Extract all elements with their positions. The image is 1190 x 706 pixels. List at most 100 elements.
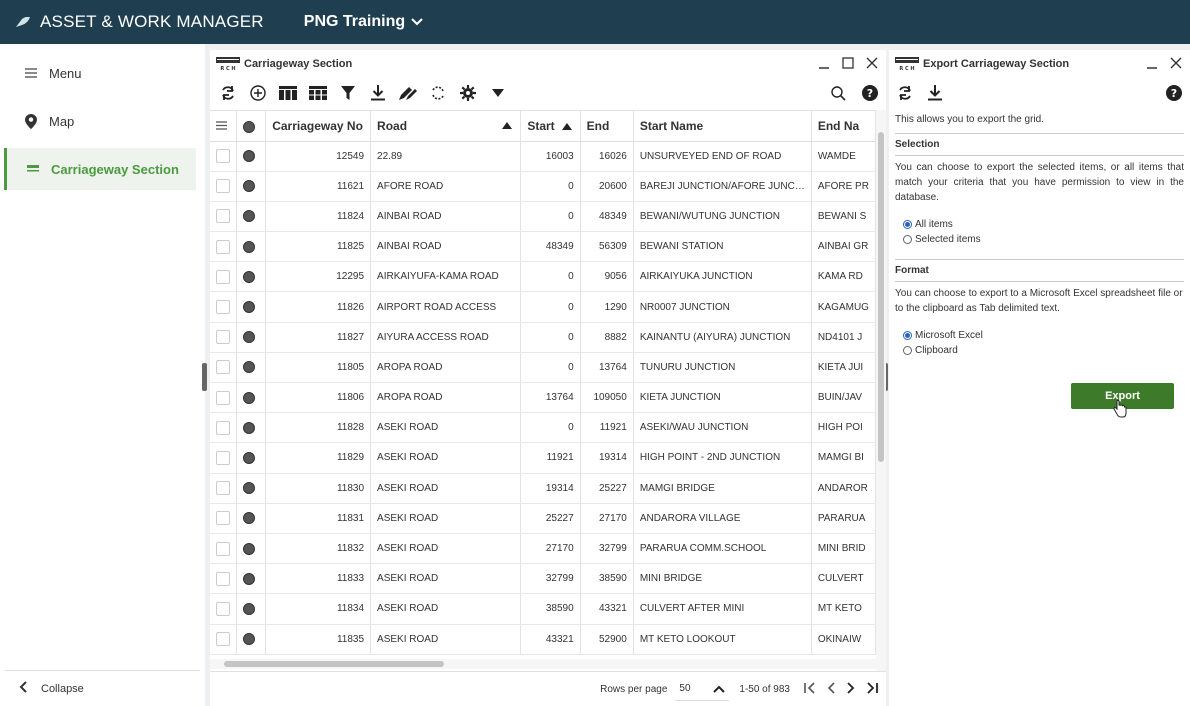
maximize-icon[interactable] — [840, 55, 856, 71]
settings-icon[interactable] — [458, 83, 478, 103]
table-row[interactable]: 11828 ASEKI ROAD 0 11921 ASEKI/WAU JUNCTION H… — [210, 412, 876, 444]
table-cell[interactable] — [210, 473, 238, 504]
table-row[interactable]: 11806 AROPA ROAD 13764 109050 KIETA JUNCTION… — [210, 382, 876, 414]
table-cell[interactable] — [236, 382, 267, 414]
filter-icon[interactable] — [338, 83, 358, 103]
table-cell[interactable] — [236, 261, 267, 293]
table-cell[interactable] — [236, 442, 267, 474]
download-icon[interactable] — [368, 83, 388, 103]
scroll-thumb[interactable] — [878, 132, 884, 462]
close-icon[interactable] — [864, 55, 880, 71]
table-row[interactable]: 12549 22.89 16003 16026 UNSURVEYED END OF RO… — [210, 141, 876, 172]
row-checkbox[interactable] — [216, 300, 230, 315]
table-cell[interactable] — [210, 503, 238, 534]
column-header-end-name[interactable]: End Na — [811, 111, 876, 142]
row-checkbox[interactable] — [216, 179, 230, 194]
row-checkbox[interactable] — [216, 269, 230, 284]
panel-splitter-left[interactable] — [202, 363, 207, 391]
table-row[interactable]: 11834 ASEKI ROAD 38590 43321 CULVERT AFTER M… — [210, 593, 876, 625]
table-cell[interactable] — [210, 382, 238, 414]
last-page-icon[interactable] — [866, 681, 878, 697]
help-icon[interactable]: ? — [860, 83, 880, 103]
table-cell[interactable] — [210, 442, 238, 474]
radio-microsoft-excel[interactable]: Microsoft Excel — [903, 328, 1184, 343]
download-icon[interactable] — [925, 83, 945, 103]
row-checkbox[interactable] — [216, 632, 230, 647]
row-checkbox[interactable] — [216, 330, 230, 345]
table-row[interactable]: 11830 ASEKI ROAD 19314 25227 MAMGI BRIDGE AND… — [210, 473, 876, 504]
minimize-icon[interactable] — [1144, 55, 1160, 71]
tenant-selector[interactable]: PNG Training — [304, 13, 423, 31]
table-cell[interactable] — [210, 322, 238, 353]
table-cell[interactable] — [236, 291, 267, 323]
row-checkbox[interactable] — [216, 481, 230, 496]
column-header-road[interactable]: Road — [370, 111, 522, 142]
table-cell[interactable] — [236, 624, 267, 655]
table-row[interactable]: 11835 ASEKI ROAD 43321 52900 MT KETO LOOKOUT… — [210, 624, 876, 655]
table-row[interactable]: 11825 AINBAI ROAD 48349 56309 BEWANI STATION… — [210, 231, 876, 263]
row-checkbox[interactable] — [216, 390, 230, 405]
columns-icon[interactable] — [278, 83, 298, 103]
table-cell[interactable] — [210, 201, 238, 233]
row-checkbox[interactable] — [216, 601, 230, 616]
table-cell[interactable] — [210, 624, 238, 655]
table-cell[interactable] — [210, 412, 238, 444]
dropdown-caret-icon[interactable] — [488, 83, 508, 103]
radio-clipboard[interactable]: Clipboard — [903, 343, 1184, 358]
collapse-button[interactable]: Collapse — [5, 670, 200, 706]
refresh-icon[interactable] — [895, 83, 915, 103]
first-page-icon[interactable] — [804, 681, 816, 697]
refresh-icon[interactable] — [218, 83, 238, 103]
table-cell[interactable] — [236, 412, 267, 444]
row-checkbox[interactable] — [216, 239, 230, 254]
column-header-start-name[interactable]: Start Name — [633, 111, 812, 142]
row-checkbox[interactable] — [216, 149, 230, 164]
table-row[interactable]: 11831 ASEKI ROAD 25227 27170 ANDARORA VILLAG… — [210, 503, 876, 534]
table-row[interactable]: 11833 ASEKI ROAD 32799 38590 MINI BRIDGE CULV… — [210, 563, 876, 595]
column-header-end[interactable]: End — [580, 111, 634, 142]
next-page-icon[interactable] — [846, 681, 856, 697]
table-row[interactable]: 11829 ASEKI ROAD 11921 19314 HIGH POINT - 2N… — [210, 442, 876, 474]
row-checkbox[interactable] — [216, 420, 230, 435]
column-header-start[interactable]: Start — [520, 111, 581, 142]
table-cell[interactable] — [236, 201, 267, 233]
table-cell[interactable] — [210, 352, 238, 384]
sidebar-item-menu[interactable]: Menu — [5, 52, 197, 94]
table-row[interactable]: 12295 AIRKAIYUFA-KAMA ROAD 0 9056 AIRKAIYUKA… — [210, 261, 876, 293]
table-cell[interactable] — [210, 291, 238, 323]
table-cell[interactable] — [210, 261, 238, 293]
horizontal-scrollbar[interactable] — [210, 659, 876, 669]
help-icon[interactable]: ? — [1164, 83, 1184, 103]
vertical-scrollbar[interactable] — [876, 110, 886, 705]
rows-per-page-select[interactable]: 50 — [675, 677, 730, 701]
table-row[interactable]: 11827 AIYURA ACCESS ROAD 0 8882 KAINANTU (AI… — [210, 322, 876, 353]
table-cell[interactable] — [236, 231, 267, 263]
table-cell[interactable] — [236, 322, 267, 353]
scroll-thumb[interactable] — [224, 661, 444, 667]
previous-page-icon[interactable] — [826, 681, 836, 697]
sidebar-item-carriageway-section[interactable]: Carriageway Section — [4, 148, 196, 190]
table-cell[interactable] — [210, 171, 238, 202]
table-row[interactable]: 11805 AROPA ROAD 0 13764 TUNURU JUNCTION KIET… — [210, 352, 876, 384]
table-cell[interactable] — [210, 563, 238, 595]
minimize-icon[interactable] — [816, 55, 832, 71]
row-checkbox[interactable] — [216, 571, 230, 586]
table-cell[interactable] — [210, 141, 238, 172]
close-icon[interactable] — [1168, 55, 1184, 71]
search-icon[interactable] — [828, 83, 848, 103]
add-icon[interactable] — [248, 83, 268, 103]
table-row[interactable]: 11826 AIRPORT ROAD ACCESS 0 1290 NR0007 JUNC… — [210, 291, 876, 323]
table-cell[interactable] — [236, 473, 267, 504]
table-row[interactable]: 11824 AINBAI ROAD 0 48349 BEWANI/WUTUNG JUNC… — [210, 201, 876, 233]
radio-all-items[interactable]: All items — [903, 217, 1184, 232]
row-checkbox[interactable] — [216, 209, 230, 224]
row-checkbox[interactable] — [216, 360, 230, 375]
column-header-carriageway-no[interactable]: Carriageway No — [265, 111, 372, 142]
table-row[interactable]: 11832 ASEKI ROAD 27170 32799 PARARUA COMM.SC… — [210, 533, 876, 565]
select-all-header[interactable] — [210, 111, 238, 142]
table-cell[interactable] — [236, 593, 267, 625]
table-cell[interactable] — [236, 171, 267, 202]
sidebar-item-map[interactable]: Map — [5, 100, 197, 142]
app-logo[interactable]: ASSET & WORK MANAGER — [16, 12, 264, 32]
table-cell[interactable] — [210, 231, 238, 263]
